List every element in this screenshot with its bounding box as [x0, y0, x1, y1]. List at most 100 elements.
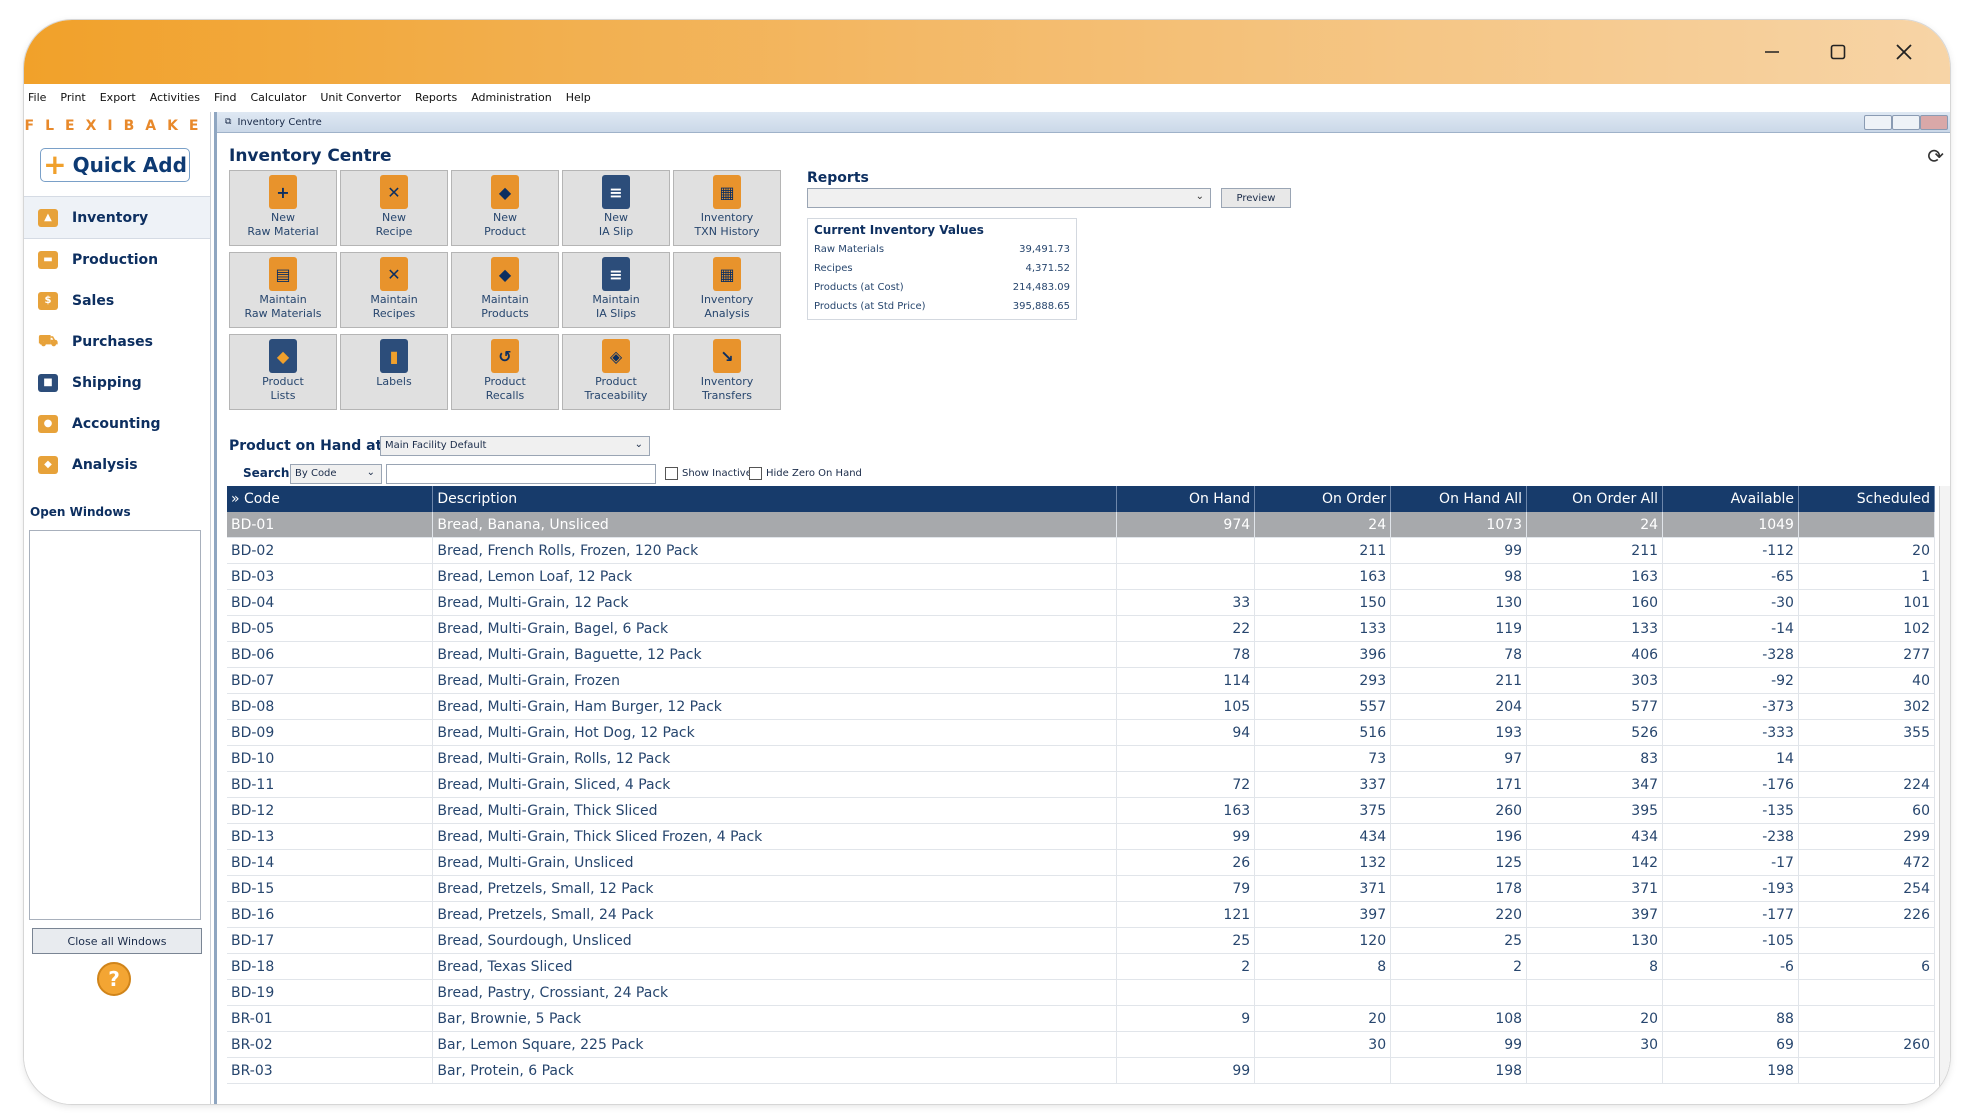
table-row[interactable]: BD-12 Bread, Multi-Grain, Thick Sliced 163… [227, 797, 1936, 824]
table-row[interactable]: BD-02 Bread, French Rolls, Frozen, 120 Pa… [227, 537, 1936, 564]
column-header-on-hand[interactable]: On Hand [1116, 486, 1256, 512]
table-row[interactable]: BD-01 Bread, Banana, Unsliced 974 24 1073 24 1… [227, 512, 1936, 538]
product-traceability-icon: ◈ [602, 339, 630, 373]
table-row[interactable]: BR-01 Bar, Brownie, 5 Pack 9 20 108 20 88 [227, 1005, 1936, 1032]
sidebar-item-accounting[interactable]: ● Accounting [24, 403, 210, 444]
bakery-icon: ▲ [38, 208, 58, 227]
close-button[interactable] [1874, 32, 1934, 72]
child-restore-button[interactable] [1892, 115, 1920, 130]
menu-activities[interactable]: Activities [150, 91, 200, 104]
table-row[interactable]: BD-11 Bread, Multi-Grain, Sliced, 4 Pack 7… [227, 771, 1936, 798]
column-header-scheduled[interactable]: Scheduled [1798, 486, 1936, 512]
menu-print[interactable]: Print [60, 91, 85, 104]
table-row[interactable]: BR-02 Bar, Lemon Square, 225 Pack 30 99 30 69… [227, 1031, 1936, 1058]
tile-labels[interactable]: ▮ Labels [340, 334, 448, 410]
search-input[interactable] [386, 464, 656, 484]
tile-new-ia-slip[interactable]: ≡ New IA Slip [562, 170, 670, 246]
table-cell: BD-16 [227, 901, 434, 928]
table-row[interactable]: BD-04 Bread, Multi-Grain, 12 Pack 33 150 130… [227, 589, 1936, 616]
table-row[interactable]: BD-06 Bread, Multi-Grain, Baguette, 12 Pa… [227, 641, 1936, 668]
close-icon [1896, 44, 1912, 60]
menu-administration[interactable]: Administration [471, 91, 552, 104]
tile-inventory-analysis[interactable]: ▦ Inventory Analysis [673, 252, 781, 328]
maximize-button[interactable] [1808, 32, 1868, 72]
menu-reports[interactable]: Reports [415, 91, 457, 104]
menu-calculator[interactable]: Calculator [250, 91, 306, 104]
open-windows-label: Open Windows [30, 505, 131, 519]
tile-new-product[interactable]: ◆ New Product [451, 170, 559, 246]
table-row[interactable]: BD-07 Bread, Multi-Grain, Frozen 114 293 211… [227, 667, 1936, 694]
tile-product-recalls[interactable]: ↺ Product Recalls [451, 334, 559, 410]
tile-product-lists[interactable]: ◆ Product Lists [229, 334, 337, 410]
menu-find[interactable]: Find [214, 91, 237, 104]
table-cell: BD-05 [227, 615, 434, 642]
preview-button[interactable]: Preview [1221, 188, 1291, 208]
sidebar-item-inventory[interactable]: ▲ Inventory [24, 196, 210, 239]
search-mode-dropdown[interactable]: By Code ⌄ [290, 464, 382, 484]
table-row[interactable]: BD-09 Bread, Multi-Grain, Hot Dog, 12 Pac… [227, 719, 1936, 746]
refresh-icon[interactable]: ⟳ [1927, 144, 1944, 168]
tile-maintain-recipes[interactable]: ✕ Maintain Recipes [340, 252, 448, 328]
table-cell: -14 [1662, 615, 1799, 642]
show-inactive-checkbox[interactable]: Show Inactive [665, 467, 752, 480]
sidebar-item-purchases[interactable]: ⛟ Purchases [24, 321, 210, 362]
table-cell: 557 [1254, 693, 1392, 720]
close-all-windows-button[interactable]: Close all Windows [32, 928, 202, 954]
table-row[interactable]: BD-10 Bread, Multi-Grain, Rolls, 12 Pack 7… [227, 745, 1936, 772]
flexibake-logo: FLEXIBAKE [24, 118, 210, 134]
column-header-description[interactable]: Description [432, 486, 1118, 512]
facility-dropdown[interactable]: Main Facility Default ⌄ [380, 436, 650, 456]
child-minimize-button[interactable] [1864, 115, 1892, 130]
table-row[interactable]: BD-17 Bread, Sourdough, Unsliced 25 120 25 13… [227, 927, 1936, 954]
menu-file[interactable]: File [28, 91, 46, 104]
column-header-on-order[interactable]: On Order [1254, 486, 1392, 512]
table-row[interactable]: BD-03 Bread, Lemon Loaf, 12 Pack 163 98 163-… [227, 563, 1936, 590]
table-row[interactable]: BD-18 Bread, Texas Sliced 2 8 2 8 -6 6 [227, 953, 1936, 980]
table-row[interactable]: BD-08 Bread, Multi-Grain, Ham Burger, 12 … [227, 693, 1936, 720]
table-cell: Bread, Multi-Grain, Ham Burger, 12 Pack [432, 693, 1118, 720]
value-row: Raw Materials 39,491.73 [814, 240, 1070, 259]
tile-label: Labels [376, 375, 412, 388]
tile-inventory-transfers[interactable]: ↘ Inventory Transfers [673, 334, 781, 410]
table-row[interactable]: BD-14 Bread, Multi-Grain, Unsliced 26 132 12… [227, 849, 1936, 876]
tile-maintain-products[interactable]: ◆ Maintain Products [451, 252, 559, 328]
sidebar-item-shipping[interactable]: ■ Shipping [24, 362, 210, 403]
column-header-code[interactable]: » Code [227, 486, 434, 512]
menu-help[interactable]: Help [566, 91, 591, 104]
minimize-button[interactable] [1742, 32, 1802, 72]
reports-dropdown[interactable]: ⌄ [807, 188, 1211, 208]
table-row[interactable]: BD-05 Bread, Multi-Grain, Bagel, 6 Pack 22… [227, 615, 1936, 642]
tile-product-traceability[interactable]: ◈ Product Traceability [562, 334, 670, 410]
table-cell: 198 [1662, 1057, 1799, 1084]
tile-new-recipe[interactable]: ✕ New Recipe [340, 170, 448, 246]
table-cell: 163 [1526, 563, 1664, 590]
hide-zero-on-hand-checkbox[interactable]: Hide Zero On Hand [749, 467, 862, 480]
table-row[interactable]: BD-19 Bread, Pastry, Crossiant, 24 Pack [227, 979, 1936, 1006]
tile-maintain-raw-materials[interactable]: ▤ Maintain Raw Materials [229, 252, 337, 328]
table-cell: 224 [1798, 771, 1936, 798]
vertical-scrollbar[interactable] [1939, 486, 1950, 1104]
column-header-available[interactable]: Available [1662, 486, 1799, 512]
child-close-button[interactable] [1920, 115, 1948, 130]
table-cell: Bread, Lemon Loaf, 12 Pack [432, 563, 1118, 590]
table-row[interactable]: BD-13 Bread, Multi-Grain, Thick Sliced Fr… [227, 823, 1936, 850]
tile-inventory-txn-history[interactable]: ▦ Inventory TXN History [673, 170, 781, 246]
help-icon[interactable]: ? [97, 962, 131, 996]
column-header-on-order-all[interactable]: On Order All [1526, 486, 1664, 512]
quick-add-button[interactable]: + Quick Add [40, 148, 190, 182]
table-row[interactable]: BD-15 Bread, Pretzels, Small, 12 Pack 79 37… [227, 875, 1936, 902]
sidebar-item-production[interactable]: ▬ Production [24, 239, 210, 280]
table-header-row: » Code Description On Hand On Order On H… [227, 486, 1936, 512]
table-row[interactable]: BD-16 Bread, Pretzels, Small, 24 Pack 121 3… [227, 901, 1936, 928]
open-windows-list[interactable] [29, 530, 201, 920]
child-window-title-bar: ⧉ Inventory Centre [217, 112, 1950, 133]
sidebar-item-sales[interactable]: $ Sales [24, 280, 210, 321]
sidebar-item-analysis[interactable]: ◆ Analysis [24, 444, 210, 485]
tile-maintain-ia-slips[interactable]: ≡ Maintain IA Slips [562, 252, 670, 328]
table-row[interactable]: BR-03 Bar, Protein, 6 Pack 99 198 198 [227, 1057, 1936, 1084]
column-header-on-hand-all[interactable]: On Hand All [1390, 486, 1528, 512]
tile-new-raw-material[interactable]: + New Raw Material [229, 170, 337, 246]
menu-export[interactable]: Export [100, 91, 136, 104]
table-cell: -373 [1662, 693, 1799, 720]
menu-unit-convertor[interactable]: Unit Convertor [320, 91, 401, 104]
